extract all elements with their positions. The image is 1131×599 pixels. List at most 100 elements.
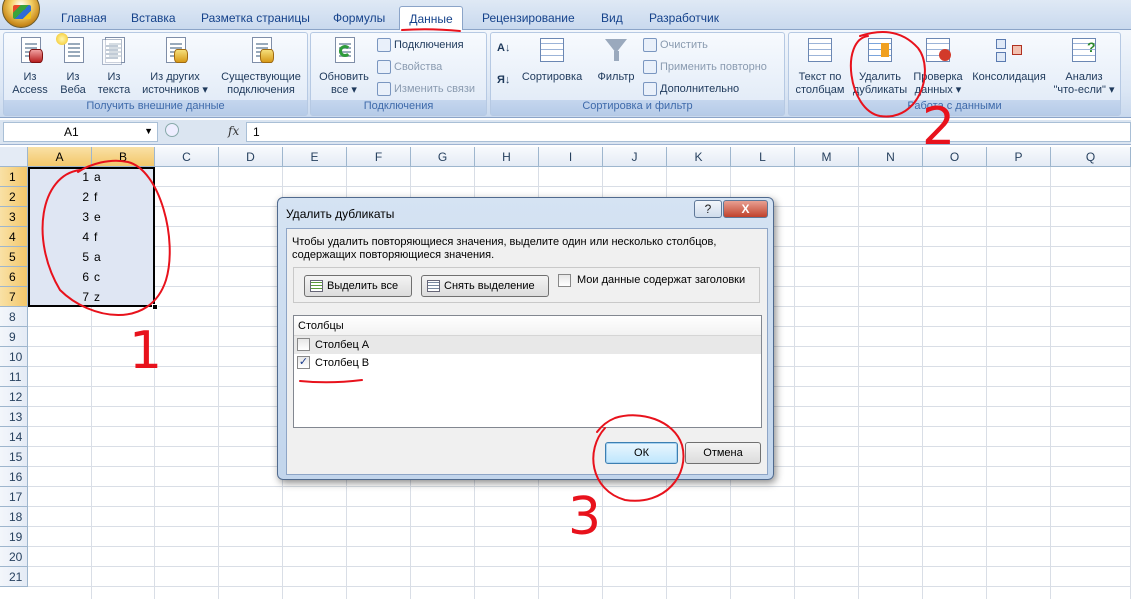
clear-filter-button[interactable]: Очистить bbox=[643, 36, 708, 54]
name-box-dropdown-icon[interactable]: ▼ bbox=[144, 126, 153, 136]
sort-za-button[interactable]: Я↓ bbox=[497, 71, 510, 89]
row-header-19[interactable]: 19 bbox=[0, 527, 28, 547]
cell-a4[interactable]: 4 bbox=[31, 227, 89, 247]
row-header-5[interactable]: 5 bbox=[0, 247, 28, 267]
from-access-button[interactable]: Из Access bbox=[8, 35, 52, 97]
name-box[interactable]: A1 ▼ bbox=[3, 122, 158, 142]
from-web-button[interactable]: Из Веба bbox=[54, 33, 92, 97]
tab-developer[interactable]: Разработчик bbox=[649, 9, 719, 30]
column-header-c[interactable]: C bbox=[155, 147, 219, 167]
edit-links-button[interactable]: Изменить связи bbox=[377, 80, 475, 98]
unselect-all-button[interactable]: Снять выделение bbox=[421, 275, 549, 297]
column-header-e[interactable]: E bbox=[283, 147, 347, 167]
formula-input[interactable]: 1 bbox=[246, 122, 1131, 142]
row-header-9[interactable]: 9 bbox=[0, 327, 28, 347]
tab-view[interactable]: Вид bbox=[601, 9, 623, 30]
row-header-16[interactable]: 16 bbox=[0, 467, 28, 487]
cell-b2[interactable]: f bbox=[94, 187, 97, 207]
tab-formulas[interactable]: Формулы bbox=[333, 9, 385, 30]
cancel-button[interactable]: Отмена bbox=[685, 442, 761, 464]
sort-az-button[interactable]: А↓ bbox=[497, 39, 510, 57]
cell-a3[interactable]: 3 bbox=[31, 207, 89, 227]
advanced-filter-button[interactable]: Дополнительно bbox=[643, 80, 739, 98]
row-header-14[interactable]: 14 bbox=[0, 427, 28, 447]
from-other-sources-button[interactable]: Из других источников ▾ bbox=[139, 35, 211, 97]
cell-a7[interactable]: 7 bbox=[31, 287, 89, 307]
help-button[interactable]: ? bbox=[694, 200, 722, 218]
row-header-6[interactable]: 6 bbox=[0, 267, 28, 287]
office-button[interactable] bbox=[2, 0, 40, 28]
row-header-12[interactable]: 12 bbox=[0, 387, 28, 407]
row-header-10[interactable]: 10 bbox=[0, 347, 28, 367]
cell-b4[interactable]: f bbox=[94, 227, 97, 247]
select-all-button[interactable]: Выделить все bbox=[304, 275, 412, 297]
row-header-13[interactable]: 13 bbox=[0, 407, 28, 427]
column-header-l[interactable]: L bbox=[731, 147, 795, 167]
cell-b3[interactable]: e bbox=[94, 207, 101, 227]
data-validation-button[interactable]: Проверка данных ▾ bbox=[911, 35, 965, 97]
column-header-m[interactable]: M bbox=[795, 147, 859, 167]
tab-insert[interactable]: Вставка bbox=[131, 9, 176, 30]
refresh-all-button[interactable]: Обновить все ▾ bbox=[315, 35, 373, 97]
remove-duplicates-button[interactable]: Удалить дубликаты bbox=[849, 35, 911, 97]
cell-b6[interactable]: c bbox=[94, 267, 100, 287]
filter-button[interactable]: Фильтр bbox=[595, 35, 637, 84]
row-header-20[interactable]: 20 bbox=[0, 547, 28, 567]
row-header-2[interactable]: 2 bbox=[0, 187, 28, 207]
tab-home[interactable]: Главная bbox=[61, 9, 107, 30]
reapply-button[interactable]: Применить повторно bbox=[643, 58, 767, 76]
row-header-21[interactable]: 21 bbox=[0, 567, 28, 587]
row-header-8[interactable]: 8 bbox=[0, 307, 28, 327]
column-header-a[interactable]: A bbox=[28, 147, 92, 167]
column-header-o[interactable]: O bbox=[923, 147, 987, 167]
cell-a6[interactable]: 6 bbox=[31, 267, 89, 287]
column-a-row[interactable]: Столбец A bbox=[294, 336, 761, 354]
column-header-g[interactable]: G bbox=[411, 147, 475, 167]
column-header-p[interactable]: P bbox=[987, 147, 1051, 167]
column-header-h[interactable]: H bbox=[475, 147, 539, 167]
from-text-button[interactable]: Из текста bbox=[94, 35, 134, 97]
row-header-3[interactable]: 3 bbox=[0, 207, 28, 227]
column-header-n[interactable]: N bbox=[859, 147, 923, 167]
properties-button[interactable]: Свойства bbox=[377, 58, 442, 76]
row-header-17[interactable]: 17 bbox=[0, 487, 28, 507]
sort-button[interactable]: Сортировка bbox=[517, 35, 587, 84]
cell-b1[interactable]: a bbox=[94, 167, 101, 187]
select-all-corner[interactable] bbox=[0, 147, 28, 167]
row-header-4[interactable]: 4 bbox=[0, 227, 28, 247]
column-header-q[interactable]: Q bbox=[1051, 147, 1131, 167]
row-header-15[interactable]: 15 bbox=[0, 447, 28, 467]
connections-button[interactable]: Подключения bbox=[377, 36, 464, 54]
cell-a2[interactable]: 2 bbox=[31, 187, 89, 207]
row-header-1[interactable]: 1 bbox=[0, 167, 28, 187]
column-a-checkbox[interactable] bbox=[297, 338, 310, 351]
column-header-f[interactable]: F bbox=[347, 147, 411, 167]
fill-handle[interactable] bbox=[152, 304, 158, 310]
column-header-i[interactable]: I bbox=[539, 147, 603, 167]
column-b-row[interactable]: ✓ Столбец B bbox=[294, 354, 761, 372]
column-header-k[interactable]: K bbox=[667, 147, 731, 167]
cell-b7[interactable]: z bbox=[94, 287, 100, 307]
column-b-checkbox[interactable]: ✓ bbox=[297, 356, 310, 369]
close-button[interactable]: X bbox=[723, 200, 768, 218]
column-header-j[interactable]: J bbox=[603, 147, 667, 167]
ok-button[interactable]: ОК bbox=[605, 442, 678, 464]
row-header-7[interactable]: 7 bbox=[0, 287, 28, 307]
formula-bar-resize-icon[interactable] bbox=[165, 123, 179, 137]
column-header-b[interactable]: B bbox=[92, 147, 155, 167]
cell-a1[interactable]: 1 bbox=[31, 167, 89, 187]
cell-a5[interactable]: 5 bbox=[31, 247, 89, 267]
columns-list[interactable]: Столбцы Столбец A ✓ Столбец B bbox=[293, 315, 762, 428]
existing-connections-button[interactable]: Существующие подключения bbox=[218, 35, 304, 97]
what-if-button[interactable]: ? Анализ "что-если" ▾ bbox=[1051, 35, 1117, 97]
tab-data[interactable]: Данные bbox=[399, 6, 463, 31]
row-header-18[interactable]: 18 bbox=[0, 507, 28, 527]
text-to-columns-button[interactable]: Текст по столбцам bbox=[793, 35, 847, 97]
insert-function-icon[interactable]: fx bbox=[228, 124, 239, 138]
cell-b5[interactable]: a bbox=[94, 247, 101, 267]
tab-page-layout[interactable]: Разметка страницы bbox=[201, 9, 310, 30]
headers-checkbox[interactable] bbox=[558, 274, 571, 287]
tab-review[interactable]: Рецензирование bbox=[482, 9, 575, 30]
row-header-11[interactable]: 11 bbox=[0, 367, 28, 387]
column-header-d[interactable]: D bbox=[219, 147, 283, 167]
